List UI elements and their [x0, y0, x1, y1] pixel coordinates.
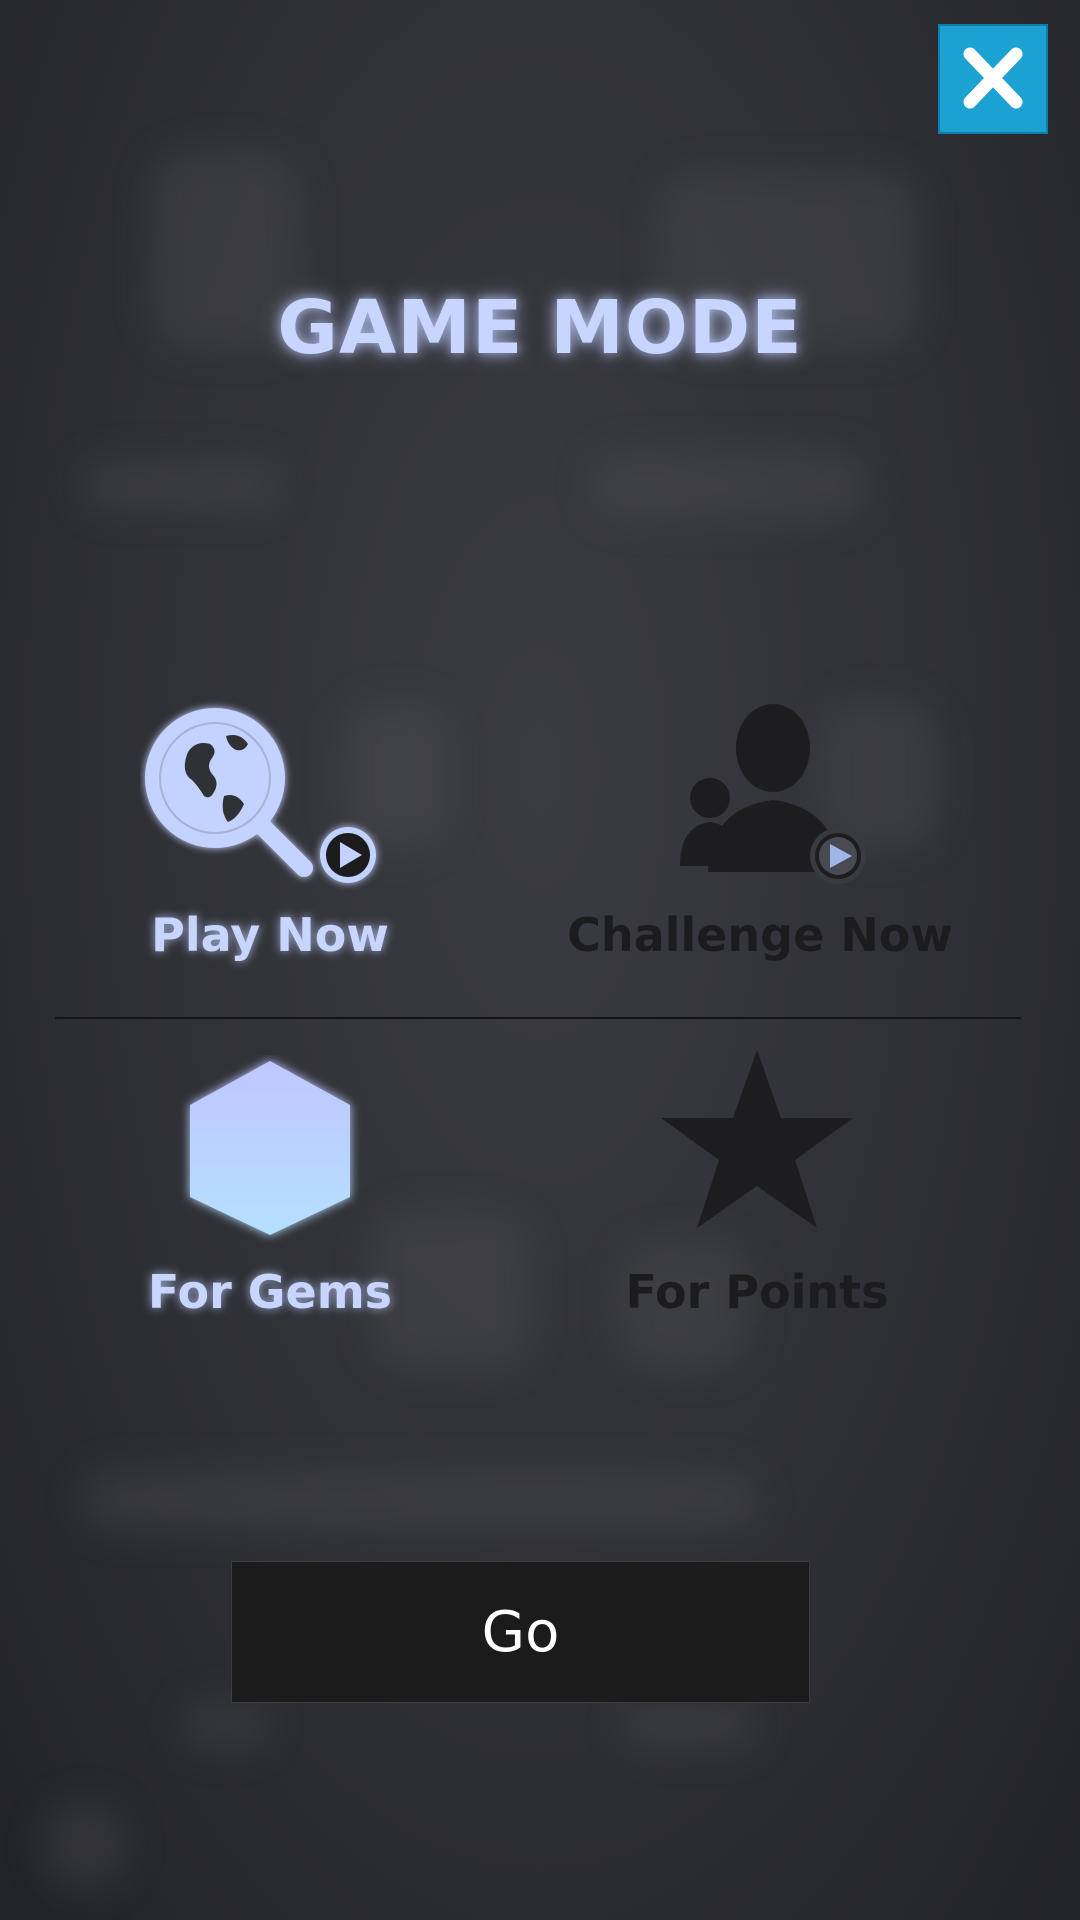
background-shape	[180, 1700, 270, 1750]
option-for-gems[interactable]: For Gems	[20, 1055, 520, 1335]
page-title: GAME MODE	[277, 285, 803, 371]
background-shape	[620, 1700, 760, 1750]
option-challenge-now[interactable]: Challenge Now	[510, 700, 1010, 980]
gem-icon	[190, 1061, 350, 1235]
star-icon	[661, 1050, 853, 1228]
option-label: Play Now	[151, 908, 389, 962]
option-label: Challenge Now	[567, 908, 953, 962]
option-play-now[interactable]: Play Now	[20, 700, 520, 980]
option-label: For Gems	[147, 1265, 393, 1319]
background-shape	[80, 460, 280, 510]
option-label: For Points	[625, 1265, 889, 1319]
close-icon	[963, 47, 1023, 109]
background-shape	[590, 450, 870, 520]
close-button[interactable]	[938, 24, 1048, 134]
background-shape	[80, 1470, 760, 1530]
divider	[55, 1017, 1021, 1019]
go-button[interactable]: Go	[231, 1561, 810, 1703]
globe-search-icon	[145, 708, 376, 883]
users-challenge-icon	[680, 704, 866, 884]
option-for-points[interactable]: For Points	[507, 1050, 1007, 1330]
background-shape	[40, 1800, 130, 1890]
